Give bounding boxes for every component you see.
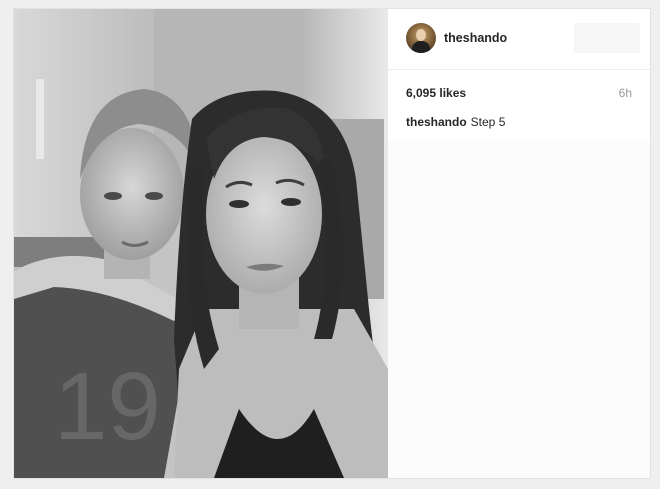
username-link[interactable]: theshando — [444, 31, 507, 45]
post-sidebar: theshando 6,095 likes 6h theshando Step 5 — [388, 9, 650, 478]
likes-count[interactable]: 6,095 likes — [406, 86, 466, 100]
avatar-body — [412, 41, 430, 53]
jersey-number: 19 — [54, 353, 161, 460]
post-photo[interactable]: 19 — [14, 9, 388, 478]
avatar-face — [416, 29, 426, 41]
caption-text: Step 5 — [470, 115, 506, 129]
caption: theshando Step 5 — [406, 115, 505, 129]
photo-image: 19 — [14, 9, 388, 478]
post-time[interactable]: 6h — [619, 86, 632, 100]
post-card: 19 theshando 6,095 likes 6h theshando St… — [14, 9, 650, 478]
post-header: theshando — [388, 9, 650, 70]
caption-username[interactable]: theshando — [406, 115, 467, 129]
comments-area — [388, 141, 650, 478]
avatar[interactable] — [406, 23, 436, 53]
header-blank-area — [574, 23, 640, 53]
